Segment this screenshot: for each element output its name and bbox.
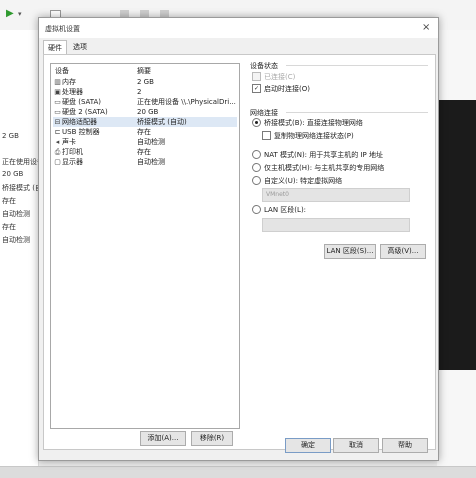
bridged-radio-row[interactable]: 桥接模式(B): 直接连接物理网络	[252, 117, 363, 129]
bridged-label: 桥接模式(B): 直接连接物理网络	[264, 119, 363, 127]
bg-summary-text: 自动检测	[2, 210, 30, 218]
custom-radio-row[interactable]: 自定义(U): 特定虚拟网络	[252, 175, 343, 187]
device-row[interactable]: ⎙ 打印机 存在	[53, 147, 237, 157]
column-header-summary: 摘要	[137, 67, 151, 75]
device-list[interactable]: 设备 摘要 ▥内存 2 GB ▣处理器 2 ▭硬盘 (SATA) 正在使用设备 \\.\P…	[50, 63, 240, 429]
connect-at-power-on-label: 启动时连接(O)	[264, 85, 310, 93]
device-list-header: 设备 摘要	[53, 66, 237, 76]
nat-label: NAT 模式(N): 用于共享主机的 IP 地址	[264, 151, 383, 159]
tab-hardware[interactable]: 硬件	[43, 40, 67, 55]
close-icon[interactable]: ×	[422, 22, 430, 33]
connected-checkbox[interactable]	[252, 71, 261, 81]
bg-summary-text: 存在	[2, 197, 16, 205]
vm-settings-dialog: 虚拟机设置 × 硬件 选项 设备 摘要 ▥内存 2 GB ▣处理器 2 ▭硬盘 (SAT…	[38, 17, 439, 461]
custom-radio[interactable]	[252, 175, 261, 185]
lan-segment-label: LAN 区段(L):	[264, 206, 307, 214]
replicate-state-checkbox[interactable]	[262, 130, 271, 140]
device-status-title: 设备状态	[250, 62, 278, 70]
cancel-button[interactable]: 取消	[333, 438, 379, 453]
custom-label: 自定义(U): 特定虚拟网络	[264, 177, 343, 185]
device-summary: 正在使用设备 \\.\PhysicalDri...	[137, 98, 236, 106]
usb-icon: ⊏	[54, 128, 61, 136]
remove-button[interactable]: 移除(R)	[191, 431, 233, 446]
device-row[interactable]: ▥内存 2 GB	[53, 77, 237, 87]
printer-icon: ⎙	[54, 148, 61, 156]
device-name: 打印机	[62, 148, 83, 156]
device-row[interactable]: ▭硬盘 (SATA) 正在使用设备 \\.\PhysicalDri...	[53, 97, 237, 107]
hardware-tab-panel: 设备 摘要 ▥内存 2 GB ▣处理器 2 ▭硬盘 (SATA) 正在使用设备 \\.\P…	[43, 54, 436, 450]
ok-button[interactable]: 确定	[285, 438, 331, 453]
host-only-label: 仅主机模式(H): 与主机共享的专用网络	[264, 164, 385, 172]
tab-bar: 硬件 选项	[39, 38, 438, 55]
device-summary: 存在	[137, 148, 151, 156]
tab-options[interactable]: 选项	[69, 40, 91, 54]
bg-summary-text: 桥接模式 (自	[2, 184, 42, 192]
device-name: 显示器	[62, 158, 83, 166]
device-summary: 存在	[137, 128, 151, 136]
device-name: 硬盘 2 (SATA)	[62, 108, 108, 116]
device-summary: 2	[137, 88, 142, 96]
help-button[interactable]: 帮助	[382, 438, 428, 453]
add-button[interactable]: 添加(A)...	[140, 431, 186, 446]
bridged-radio[interactable]	[252, 117, 261, 127]
device-row[interactable]: ⊟ 网络适配器 桥接模式 (自动)	[53, 117, 237, 127]
divider	[286, 112, 428, 113]
bg-summary-text: 存在	[2, 223, 16, 231]
bg-summary-text: 20 GB	[2, 170, 24, 178]
network-connection-title: 网络连接	[250, 109, 278, 117]
device-name: 网络适配器	[62, 118, 97, 126]
device-summary: 20 GB	[137, 108, 159, 116]
replicate-state-row[interactable]: 复制物理网络连接状态(P)	[262, 130, 354, 142]
column-header-device: 设备	[55, 67, 69, 75]
device-summary: 自动检测	[137, 138, 165, 146]
device-name: USB 控制器	[62, 128, 100, 136]
device-row[interactable]: ◂ 声卡 自动检测	[53, 137, 237, 147]
lan-segment-radio-row[interactable]: LAN 区段(L):	[252, 204, 307, 216]
bg-summary-text: 自动检测	[2, 236, 30, 244]
connected-label: 已连接(C)	[264, 73, 296, 81]
connect-at-power-on-checkbox[interactable]: ✓	[252, 83, 261, 93]
dialog-title: 虚拟机设置	[45, 25, 80, 33]
device-row[interactable]: ▢显示器 自动检测	[53, 157, 237, 167]
device-summary: 桥接模式 (自动)	[137, 118, 187, 126]
device-name: 处理器	[62, 88, 83, 96]
device-summary: 自动检测	[137, 158, 165, 166]
advanced-button[interactable]: 高级(V)...	[380, 244, 426, 259]
connect-at-power-on-row[interactable]: ✓ 启动时连接(O)	[252, 83, 310, 95]
custom-network-select[interactable]: VMnet0	[262, 188, 410, 202]
disk-icon: ▭	[54, 108, 61, 116]
divider	[286, 65, 428, 66]
status-bar	[0, 466, 476, 478]
dropdown-arrow-icon[interactable]: ▾	[18, 10, 22, 18]
memory-icon: ▥	[54, 78, 61, 86]
device-name: 内存	[62, 78, 76, 86]
host-only-radio[interactable]	[252, 162, 261, 172]
device-row[interactable]: ▭硬盘 2 (SATA) 20 GB	[53, 107, 237, 117]
replicate-state-label: 复制物理网络连接状态(P)	[274, 132, 354, 140]
play-icon[interactable]: ▶	[6, 8, 14, 19]
connected-checkbox-row[interactable]: 已连接(C)	[252, 71, 296, 83]
sound-icon: ◂	[55, 138, 60, 146]
vm-preview-area	[437, 100, 476, 370]
host-only-radio-row[interactable]: 仅主机模式(H): 与主机共享的专用网络	[252, 162, 385, 174]
device-row[interactable]: ⊏ USB 控制器 存在	[53, 127, 237, 137]
device-name: 硬盘 (SATA)	[62, 98, 102, 106]
lan-segment-select[interactable]	[262, 218, 410, 232]
bg-summary-text: 2 GB	[2, 132, 19, 140]
cpu-icon: ▣	[54, 88, 61, 96]
background-summary-panel: 2 GB 正在使用设备 20 GB 桥接模式 (自 存在 自动检测 存在 自动检…	[0, 30, 44, 477]
device-row[interactable]: ▣处理器 2	[53, 87, 237, 97]
dialog-titlebar[interactable]: 虚拟机设置 ×	[39, 18, 438, 38]
lan-segment-radio[interactable]	[252, 204, 261, 214]
nat-radio-row[interactable]: NAT 模式(N): 用于共享主机的 IP 地址	[252, 149, 383, 161]
nat-radio[interactable]	[252, 149, 261, 159]
device-name: 声卡	[62, 138, 76, 146]
network-icon: ⊟	[54, 118, 61, 126]
device-summary: 2 GB	[137, 78, 154, 86]
lan-segments-button[interactable]: LAN 区段(S)...	[324, 244, 376, 259]
disk-icon: ▭	[54, 98, 61, 106]
display-icon: ▢	[54, 158, 61, 166]
